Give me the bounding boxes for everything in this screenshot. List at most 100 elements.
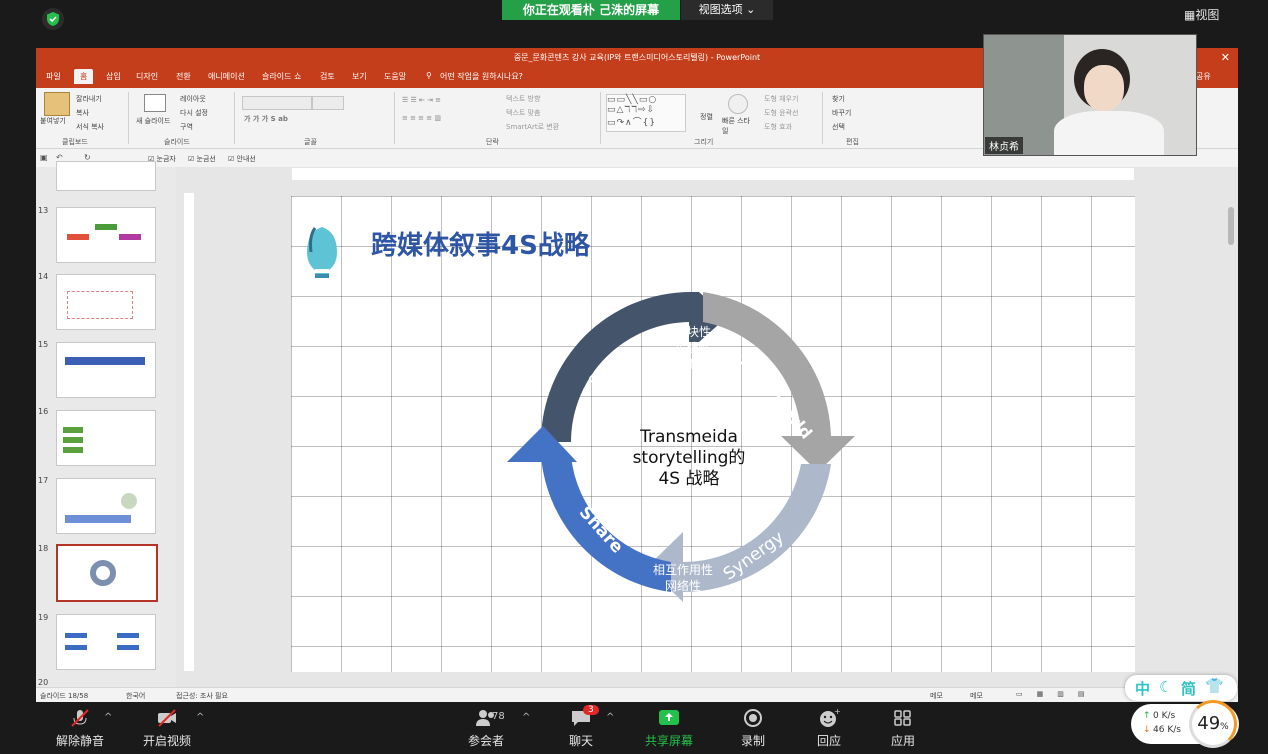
list-buttons[interactable]: ☰ ☰ ⇤ ⇥ ≡ — [402, 96, 441, 104]
thumbnail-14[interactable] — [56, 274, 156, 330]
paste-label[interactable]: 붙여넣기 — [40, 116, 66, 126]
new-slide-icon[interactable] — [144, 94, 166, 112]
person-face — [1084, 65, 1124, 111]
start-video-button[interactable]: 开启视频 — [141, 708, 193, 749]
tab-help[interactable]: 도움말 — [384, 71, 406, 82]
save-icon[interactable]: ▣ — [40, 153, 48, 162]
shapes-gallery[interactable]: ▭▭╲╲▭○ ▭△ℸℸ⇨⇩ ▭↷∧⌒{} — [606, 94, 686, 132]
tab-file[interactable]: 파일 — [46, 71, 61, 82]
chevron-up-icon[interactable]: ^ — [606, 712, 614, 723]
tab-design[interactable]: 디자인 — [136, 71, 158, 82]
share-banner: 你正在观看朴 己洙的屏幕 — [502, 0, 680, 20]
storyworld-arrow — [703, 292, 832, 442]
start-video-label: 开启视频 — [142, 734, 191, 748]
participants-button[interactable]: 参会者 — [458, 708, 514, 749]
view-options-label: 视图选项 — [698, 3, 743, 16]
bottom-note-line: 网络性 — [665, 579, 702, 593]
chevron-up-icon[interactable]: ^ — [104, 712, 112, 723]
align-buttons[interactable]: ≡ ≡ ≡ ≡ ▥ — [402, 114, 441, 122]
align-text-button[interactable]: 텍스트 맞춤 — [506, 108, 540, 118]
tab-insert[interactable]: 삽입 — [106, 71, 121, 82]
ime-language[interactable]: 中 — [1135, 678, 1150, 699]
moon-icon[interactable]: ☾ — [1159, 678, 1172, 696]
guides-checkbox[interactable]: ☑ 안내선 — [228, 154, 256, 164]
font-size-field[interactable] — [312, 96, 344, 110]
tell-me-search[interactable]: 어떤 작업을 원하시나요? — [440, 71, 523, 82]
quick-styles-button[interactable]: 빠른 스타일 — [722, 116, 752, 136]
chevron-up-icon[interactable]: ^ — [196, 712, 204, 723]
reset-button[interactable]: 다시 설정 — [180, 108, 208, 118]
text-direction-button[interactable]: 텍스트 방향 — [506, 94, 540, 104]
reactions-button[interactable]: + 回应 — [814, 708, 844, 749]
bold-button[interactable]: 가 가 가 S ab — [244, 114, 288, 124]
thumb-number: 16 — [38, 407, 49, 416]
comments-button[interactable]: 메모 — [970, 691, 983, 701]
apps-label: 应用 — [890, 734, 915, 748]
language-status[interactable]: 한국어 — [126, 691, 145, 701]
paste-icon[interactable] — [44, 92, 70, 116]
thumb-number: 17 — [38, 476, 49, 485]
ime-toolbar[interactable]: 中 ☾ 简 👕 — [1125, 675, 1237, 701]
participant-video[interactable]: 林贞希 — [983, 34, 1197, 156]
editing-group-label: 편집 — [846, 138, 859, 146]
tab-view[interactable]: 보기 — [352, 71, 367, 82]
unmute-button[interactable]: 解除静音 — [54, 708, 106, 749]
status-bar: 슬라이드 18/58 한국어 접근성: 조사 필요 메모 메모 ▭▦▥▤ — [36, 687, 1238, 702]
font-name-field[interactable] — [242, 96, 312, 110]
copy-button[interactable]: 복사 — [76, 108, 89, 118]
thumbnail-17[interactable] — [56, 478, 156, 534]
close-icon[interactable]: ✕ — [1221, 51, 1230, 64]
tab-animations[interactable]: 애니메이션 — [208, 71, 245, 82]
tab-home[interactable]: 홈 — [74, 69, 94, 84]
record-icon — [744, 709, 762, 727]
ime-mode[interactable]: 简 — [1181, 678, 1196, 699]
paragraph-group-label: 단락 — [486, 138, 499, 146]
thumbnail-13[interactable] — [56, 207, 156, 263]
security-shield-icon[interactable] — [42, 8, 64, 30]
shape-effects-button[interactable]: 도형 효과 — [764, 122, 792, 132]
find-button[interactable]: 찾기 — [832, 94, 845, 104]
share-button[interactable]: 공유 — [1196, 71, 1211, 82]
view-mode-buttons[interactable]: ▭▦▥▤ — [1016, 690, 1098, 698]
layout-button[interactable]: 레이아웃 — [180, 94, 206, 104]
thumbnail-18-selected[interactable] — [56, 544, 158, 602]
slide-canvas[interactable]: 跨媒体叙事4S战略 Transmeida storytelling的 4S 战略… — [291, 196, 1135, 672]
thumbnail-15[interactable] — [56, 342, 156, 398]
view-button[interactable]: ▦视图 — [1184, 6, 1219, 23]
share-screen-icon — [659, 710, 679, 725]
shirt-icon[interactable]: 👕 — [1205, 677, 1224, 695]
smartart-button[interactable]: SmartArt로 변환 — [506, 122, 559, 132]
vertical-scrollbar[interactable] — [1228, 207, 1234, 245]
tab-slideshow[interactable]: 슬라이드 쇼 — [262, 71, 301, 82]
slides-group-label: 슬라이드 — [164, 138, 190, 146]
thumb-number: 20 — [38, 678, 49, 687]
quick-styles-icon[interactable] — [728, 94, 748, 114]
replace-button[interactable]: 바꾸기 — [832, 108, 851, 118]
select-button[interactable]: 선택 — [832, 122, 845, 132]
thumbnail-19[interactable] — [56, 614, 156, 670]
shape-outline-button[interactable]: 도형 윤곽선 — [764, 108, 798, 118]
new-slide-label[interactable]: 새 슬라이드 — [136, 116, 170, 126]
gridlines-checkbox[interactable]: ☑ 눈금선 — [188, 154, 216, 164]
view-options-button[interactable]: 视图选项 ⌄ — [681, 0, 773, 20]
notes-button[interactable]: 메모 — [930, 691, 943, 701]
apps-button[interactable]: 应用 — [888, 708, 918, 749]
thumbnail-16[interactable] — [56, 410, 156, 466]
thumbnail-12[interactable] — [56, 161, 156, 191]
chevron-up-icon[interactable]: ^ — [522, 712, 530, 723]
person-shirt — [1054, 111, 1164, 155]
format-painter-button[interactable]: 서식 복사 — [76, 122, 104, 132]
arrange-button[interactable]: 정렬 — [700, 112, 713, 122]
accessibility-status[interactable]: 접근성: 조사 필요 — [176, 691, 228, 701]
section-button[interactable]: 구역 — [180, 122, 193, 132]
tab-transitions[interactable]: 전환 — [176, 71, 191, 82]
clipboard-group-label: 클립보드 — [62, 138, 88, 146]
slide-title: 跨媒体叙事4S战略 — [371, 231, 590, 261]
share-screen-button[interactable]: 共享屏幕 — [644, 708, 694, 749]
ruler-label: 눈금자 — [156, 155, 176, 163]
shape-fill-button[interactable]: 도형 채우기 — [764, 94, 798, 104]
top-note-line: 可变性 — [675, 357, 712, 371]
record-button[interactable]: 录制 — [738, 708, 768, 749]
cut-button[interactable]: 잘라내기 — [76, 94, 102, 104]
tab-review[interactable]: 검토 — [320, 71, 335, 82]
